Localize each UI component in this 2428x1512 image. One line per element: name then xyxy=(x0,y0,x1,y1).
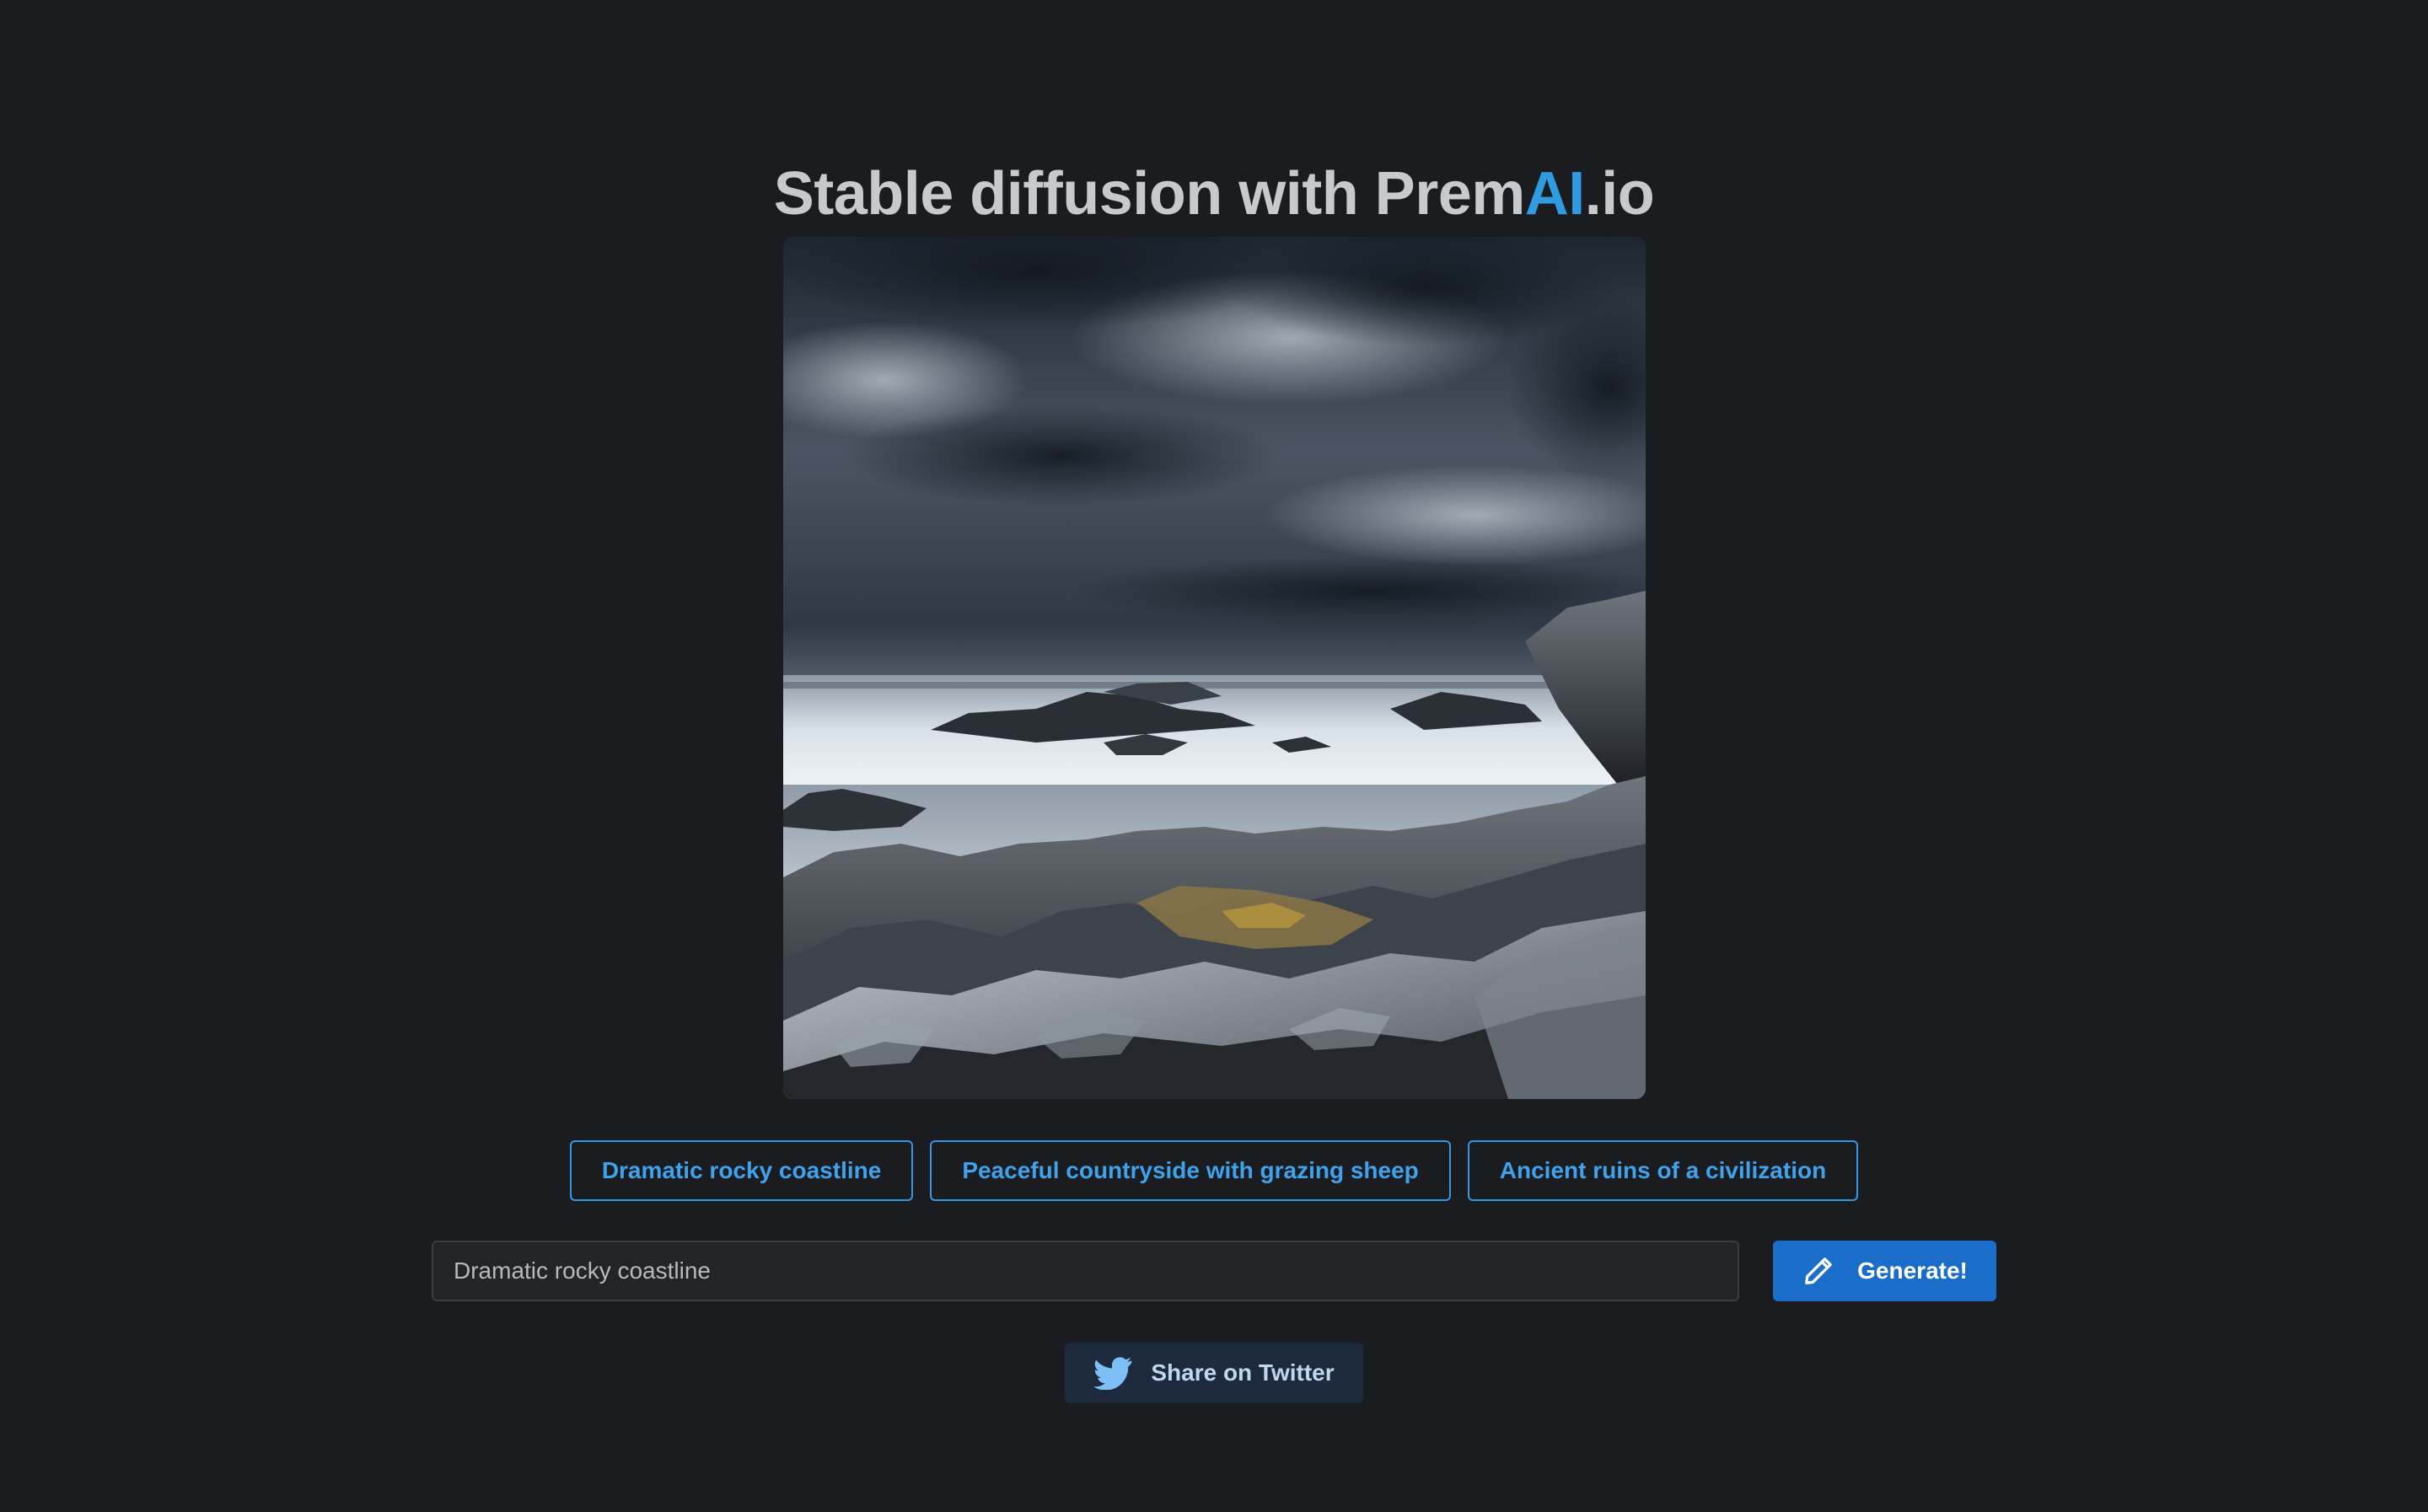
share-button-label: Share on Twitter xyxy=(1151,1359,1335,1386)
generated-image xyxy=(783,237,1646,1099)
pencil-icon xyxy=(1805,1257,1832,1284)
suggestion-list: Dramatic rocky coastline Peaceful countr… xyxy=(0,1140,2428,1201)
rocky-coastline-image xyxy=(783,237,1646,1099)
twitter-bird-icon xyxy=(1093,1357,1132,1390)
suggestion-button-countryside-sheep[interactable]: Peaceful countryside with grazing sheep xyxy=(930,1140,1451,1201)
page-title: Stable diffusion with PremAI.io xyxy=(0,150,2428,238)
suggestion-button-ancient-ruins[interactable]: Ancient ruins of a civilization xyxy=(1467,1140,1859,1201)
generate-button-label: Generate! xyxy=(1857,1257,1968,1284)
generate-button[interactable]: Generate! xyxy=(1773,1241,1996,1301)
title-accent: AI xyxy=(1524,160,1586,228)
prompt-input[interactable] xyxy=(432,1241,1739,1301)
suggestion-button-rocky-coastline[interactable]: Dramatic rocky coastline xyxy=(569,1140,914,1201)
share-on-twitter-button[interactable]: Share on Twitter xyxy=(1065,1343,1363,1403)
title-prefix: Stable diffusion with Prem xyxy=(773,160,1526,228)
title-suffix: .io xyxy=(1584,160,1655,228)
